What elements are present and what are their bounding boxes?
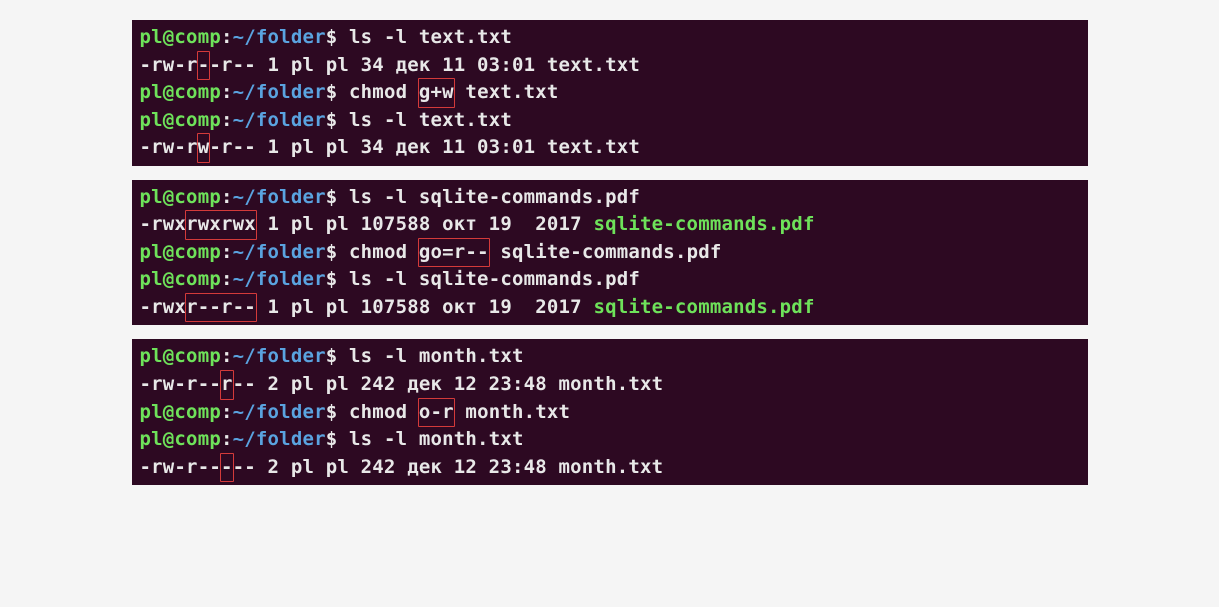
prompt-path: ~/folder (233, 241, 326, 263)
executable-filename: sqlite-commands.pdf (593, 213, 814, 235)
prompt-user: pl@comp (140, 268, 221, 290)
terminal-line: pl@comp:~/folder$ ls -l month.txt (140, 343, 1080, 371)
prompt-sigil: $ (326, 81, 338, 103)
prompt-user: pl@comp (140, 26, 221, 48)
prompt-user: pl@comp (140, 81, 221, 103)
command-text: ls -l text.txt (349, 26, 512, 48)
command-text: ls -l text.txt (349, 109, 512, 131)
prompt-sigil: $ (326, 186, 338, 208)
terminal-line: pl@comp:~/folder$ ls -l sqlite-commands.… (140, 184, 1080, 212)
command-text: ls -l month.txt (349, 345, 524, 367)
command-pre: chmod (349, 241, 419, 263)
highlight-argument: o-r (418, 398, 455, 428)
prompt-path: ~/folder (233, 109, 326, 131)
perm-pre: -rwx (140, 296, 187, 318)
prompt-path: ~/folder (233, 428, 326, 450)
prompt-sigil: $ (326, 345, 338, 367)
command-pre: chmod (349, 401, 419, 423)
terminal-block-1[interactable]: pl@comp:~/folder$ ls -l sqlite-commands.… (132, 180, 1088, 326)
prompt-colon: : (221, 241, 233, 263)
highlight-perm: rwxrwx (185, 210, 257, 240)
terminal-block-0[interactable]: pl@comp:~/folder$ ls -l text.txt-rw-r--r… (132, 20, 1088, 166)
prompt-path: ~/folder (233, 81, 326, 103)
command-text: ls -l month.txt (349, 428, 524, 450)
terminal-line: -rw-r--r-- 1 pl pl 34 дек 11 03:01 text.… (140, 52, 1080, 80)
prompt-path: ~/folder (233, 401, 326, 423)
prompt-colon: : (221, 26, 233, 48)
terminal-line: -rwxrwxrwx 1 pl pl 107588 окт 19 2017 sq… (140, 211, 1080, 239)
prompt-sigil: $ (326, 241, 338, 263)
highlight-perm: r--r-- (185, 293, 257, 323)
prompt-sigil: $ (326, 26, 338, 48)
perm-pre: -rw-r-- (140, 456, 221, 478)
prompt-sigil: $ (326, 401, 338, 423)
command-post: text.txt (454, 81, 559, 103)
ls-details: 1 pl pl 34 дек 11 03:01 text.txt (256, 54, 640, 76)
perm-pre: -rw-r (140, 54, 198, 76)
ls-details: 1 pl pl 107588 окт 19 2017 (256, 213, 594, 235)
perm-post: -- (233, 373, 256, 395)
prompt-user: pl@comp (140, 186, 221, 208)
ls-details: 1 pl pl 34 дек 11 03:01 text.txt (256, 136, 640, 158)
terminal-line: pl@comp:~/folder$ ls -l sqlite-commands.… (140, 266, 1080, 294)
command-text: ls -l sqlite-commands.pdf (349, 186, 640, 208)
prompt-colon: : (221, 109, 233, 131)
terminal-line: -rw-r----- 2 pl pl 242 дек 12 23:48 mont… (140, 454, 1080, 482)
prompt-path: ~/folder (233, 26, 326, 48)
prompt-sigil: $ (326, 428, 338, 450)
highlight-argument: g+w (418, 78, 455, 108)
command-text: ls -l sqlite-commands.pdf (349, 268, 640, 290)
ls-details: 1 pl pl 107588 окт 19 2017 (256, 296, 594, 318)
perm-pre: -rwx (140, 213, 187, 235)
terminal-line: pl@comp:~/folder$ ls -l text.txt (140, 24, 1080, 52)
prompt-colon: : (221, 186, 233, 208)
perm-pre: -rw-r (140, 136, 198, 158)
highlight-perm: r (220, 370, 234, 400)
prompt-sigil: $ (326, 268, 338, 290)
terminal-line: -rw-rw-r-- 1 pl pl 34 дек 11 03:01 text.… (140, 134, 1080, 162)
prompt-user: pl@comp (140, 401, 221, 423)
prompt-path: ~/folder (233, 186, 326, 208)
prompt-colon: : (221, 428, 233, 450)
terminal-line: -rwxr--r-- 1 pl pl 107588 окт 19 2017 sq… (140, 294, 1080, 322)
highlight-argument: go=r-- (418, 238, 490, 268)
ls-details: 2 pl pl 242 дек 12 23:48 month.txt (256, 373, 663, 395)
prompt-colon: : (221, 81, 233, 103)
prompt-path: ~/folder (233, 345, 326, 367)
terminal-line: pl@comp:~/folder$ ls -l month.txt (140, 426, 1080, 454)
highlight-perm: - (220, 453, 234, 483)
command-post: sqlite-commands.pdf (489, 241, 722, 263)
executable-filename: sqlite-commands.pdf (593, 296, 814, 318)
terminal-line: pl@comp:~/folder$ ls -l text.txt (140, 107, 1080, 135)
perm-post: -r-- (209, 54, 256, 76)
terminal-line: pl@comp:~/folder$ chmod o-r month.txt (140, 399, 1080, 427)
prompt-user: pl@comp (140, 109, 221, 131)
prompt-path: ~/folder (233, 268, 326, 290)
terminal-block-2[interactable]: pl@comp:~/folder$ ls -l month.txt-rw-r--… (132, 339, 1088, 485)
terminal-line: -rw-r--r-- 2 pl pl 242 дек 12 23:48 mont… (140, 371, 1080, 399)
perm-pre: -rw-r-- (140, 373, 221, 395)
command-pre: chmod (349, 81, 419, 103)
prompt-user: pl@comp (140, 345, 221, 367)
perm-post: -r-- (209, 136, 256, 158)
prompt-user: pl@comp (140, 241, 221, 263)
terminal-line: pl@comp:~/folder$ chmod g+w text.txt (140, 79, 1080, 107)
ls-details: 2 pl pl 242 дек 12 23:48 month.txt (256, 456, 663, 478)
terminal-line: pl@comp:~/folder$ chmod go=r-- sqlite-co… (140, 239, 1080, 267)
perm-post: -- (233, 456, 256, 478)
prompt-colon: : (221, 345, 233, 367)
prompt-colon: : (221, 268, 233, 290)
command-post: month.txt (454, 401, 570, 423)
prompt-user: pl@comp (140, 428, 221, 450)
prompt-colon: : (221, 401, 233, 423)
prompt-sigil: $ (326, 109, 338, 131)
